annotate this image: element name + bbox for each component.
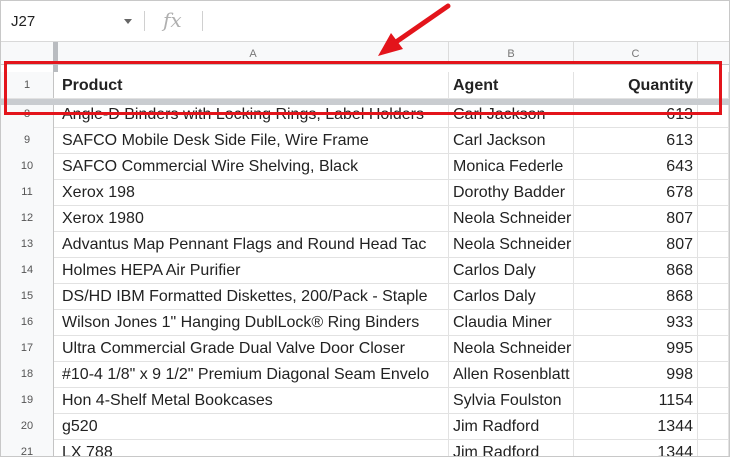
agent-cell[interactable]: Neola Schneider xyxy=(449,231,574,257)
product-cell[interactable]: SAFCO Mobile Desk Side File, Wire Frame xyxy=(58,127,449,153)
agent-cell[interactable]: Neola Schneider xyxy=(449,335,574,361)
cell[interactable] xyxy=(698,205,729,231)
product-cell[interactable]: Holmes HEPA Air Purifier xyxy=(58,257,449,283)
quantity-cell[interactable]: 613 xyxy=(574,127,698,153)
row-number[interactable]: 20 xyxy=(1,413,54,439)
chevron-down-icon[interactable] xyxy=(124,19,132,24)
product-cell[interactable]: LX 788 xyxy=(58,439,449,456)
formula-bar: J27 fx xyxy=(1,1,729,42)
row-number[interactable]: 12 xyxy=(1,205,54,231)
row-number[interactable]: 17 xyxy=(1,335,54,361)
table-row: 11 Xerox 198 Dorothy Badder 678 xyxy=(1,179,729,206)
quantity-cell[interactable]: 1154 xyxy=(574,387,698,413)
table-row: 13 Advantus Map Pennant Flags and Round H… xyxy=(1,231,729,258)
agent-cell[interactable]: Monica Federle xyxy=(449,153,574,179)
row-number[interactable]: 10 xyxy=(1,153,54,179)
table-row: 19 Hon 4-Shelf Metal Bookcases Sylvia Foul… xyxy=(1,387,729,414)
product-cell[interactable]: DS/HD IBM Formatted Diskettes, 200/Pack … xyxy=(58,283,449,309)
cell[interactable] xyxy=(698,179,729,205)
divider xyxy=(144,11,145,31)
agent-cell[interactable]: Carl Jackson xyxy=(449,127,574,153)
quantity-cell[interactable]: 807 xyxy=(574,231,698,257)
name-box-value: J27 xyxy=(11,13,36,30)
product-cell[interactable]: Advantus Map Pennant Flags and Round Hea… xyxy=(58,231,449,257)
product-cell[interactable]: #10-4 1/8" x 9 1/2" Premium Diagonal Sea… xyxy=(58,361,449,387)
agent-cell[interactable]: Allen Rosenblatt xyxy=(449,361,574,387)
agent-cell[interactable]: Dorothy Badder xyxy=(449,179,574,205)
quantity-cell[interactable]: 1344 xyxy=(574,439,698,456)
product-cell[interactable]: Xerox 198 xyxy=(58,179,449,205)
divider xyxy=(202,11,203,31)
agent-cell[interactable]: Carlos Daly xyxy=(449,257,574,283)
quantity-cell[interactable]: 868 xyxy=(574,283,698,309)
agent-cell[interactable]: Jim Radford xyxy=(449,413,574,439)
cell[interactable] xyxy=(698,361,729,387)
cell[interactable] xyxy=(698,335,729,361)
cell[interactable] xyxy=(698,413,729,439)
agent-cell[interactable]: Carlos Daly xyxy=(449,283,574,309)
row-number[interactable]: 14 xyxy=(1,257,54,283)
table-row: 17 Ultra Commercial Grade Dual Valve Door… xyxy=(1,335,729,362)
cell[interactable] xyxy=(698,257,729,283)
row-number[interactable]: 18 xyxy=(1,361,54,387)
row-number[interactable]: 13 xyxy=(1,231,54,257)
agent-cell[interactable]: Neola Schneider xyxy=(449,205,574,231)
product-cell[interactable]: SAFCO Commercial Wire Shelving, Black xyxy=(58,153,449,179)
table-row: 20 g520 Jim Radford 1344 xyxy=(1,413,729,440)
name-box[interactable]: J27 xyxy=(1,1,141,41)
product-cell[interactable]: Hon 4-Shelf Metal Bookcases xyxy=(58,387,449,413)
formula-input[interactable] xyxy=(211,11,721,31)
quantity-cell[interactable]: 643 xyxy=(574,153,698,179)
quantity-cell[interactable]: 1344 xyxy=(574,413,698,439)
product-cell[interactable]: Ultra Commercial Grade Dual Valve Door C… xyxy=(58,335,449,361)
quantity-cell[interactable]: 995 xyxy=(574,335,698,361)
table-row: 10 SAFCO Commercial Wire Shelving, Black M… xyxy=(1,153,729,180)
product-cell[interactable]: Wilson Jones 1" Hanging DublLock® Ring B… xyxy=(58,309,449,335)
table-row: 16 Wilson Jones 1" Hanging DublLock® Ring… xyxy=(1,309,729,336)
quantity-cell[interactable]: 998 xyxy=(574,361,698,387)
table-row: 18 #10-4 1/8" x 9 1/2" Premium Diagonal S… xyxy=(1,361,729,388)
row-number[interactable]: 19 xyxy=(1,387,54,413)
cell[interactable] xyxy=(698,153,729,179)
table-row: 21 LX 788 Jim Radford 1344 xyxy=(1,439,729,456)
row-number[interactable]: 16 xyxy=(1,309,54,335)
product-cell[interactable]: Xerox 1980 xyxy=(58,205,449,231)
cell[interactable] xyxy=(698,387,729,413)
table-row: 14 Holmes HEPA Air Purifier Carlos Daly 868 xyxy=(1,257,729,284)
highlight-box xyxy=(4,61,722,115)
cell[interactable] xyxy=(698,127,729,153)
cell[interactable] xyxy=(698,309,729,335)
quantity-cell[interactable]: 933 xyxy=(574,309,698,335)
agent-cell[interactable]: Claudia Miner xyxy=(449,309,574,335)
quantity-cell[interactable]: 868 xyxy=(574,257,698,283)
table-row: 12 Xerox 1980 Neola Schneider 807 xyxy=(1,205,729,232)
row-number[interactable]: 11 xyxy=(1,179,54,205)
cell[interactable] xyxy=(698,283,729,309)
row-number[interactable]: 21 xyxy=(1,439,54,456)
fx-icon: fx xyxy=(163,8,182,32)
table-row: 15 DS/HD IBM Formatted Diskettes, 200/Pac… xyxy=(1,283,729,310)
agent-cell[interactable]: Jim Radford xyxy=(449,439,574,456)
cell[interactable] xyxy=(698,231,729,257)
agent-cell[interactable]: Sylvia Foulston xyxy=(449,387,574,413)
table-row: 9 SAFCO Mobile Desk Side File, Wire Frame… xyxy=(1,127,729,154)
quantity-cell[interactable]: 678 xyxy=(574,179,698,205)
product-cell[interactable]: g520 xyxy=(58,413,449,439)
row-number[interactable]: 15 xyxy=(1,283,54,309)
row-number[interactable]: 9 xyxy=(1,127,54,153)
quantity-cell[interactable]: 807 xyxy=(574,205,698,231)
cell[interactable] xyxy=(698,439,729,456)
